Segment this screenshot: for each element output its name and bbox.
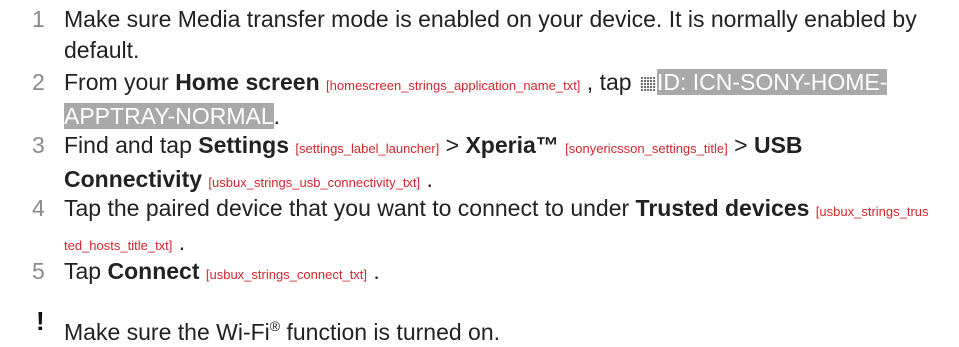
home-screen-label: Home screen xyxy=(175,69,320,95)
exclamation-icon: ! xyxy=(36,306,45,336)
connect-label: Connect xyxy=(107,258,200,284)
step-2-post: . xyxy=(273,103,280,129)
instruction-document: 1 Make sure Media transfer mode is enabl… xyxy=(0,0,959,347)
step-number: 1 xyxy=(32,6,45,32)
settings-label: Settings xyxy=(198,132,289,158)
xperia-label: Xperia™ xyxy=(465,132,559,158)
string-id-tag: [usbux_strings_usb_connectivity_txt] xyxy=(208,175,421,190)
step-number: 3 xyxy=(32,132,45,158)
step-5: 5 Tap Connect [usbux_strings_connect_txt… xyxy=(32,256,932,290)
step-text: Tap Connect [usbux_strings_connect_txt] … xyxy=(64,256,932,290)
step-5-post: . xyxy=(367,258,380,284)
string-id-tag: [homescreen_strings_application_name_txt… xyxy=(326,78,581,93)
step-number: 4 xyxy=(32,195,45,221)
step-2: 2 From your Home screen [homescreen_stri… xyxy=(32,67,932,132)
step-1-text: Make sure Media transfer mode is enabled… xyxy=(64,6,917,63)
step-2-mid: , tap xyxy=(580,69,638,95)
trusted-devices-label: Trusted devices xyxy=(635,195,810,221)
step-4: 4 Tap the paired device that you want to… xyxy=(32,193,932,261)
string-id-tag: [sonyericsson_settings_title] xyxy=(565,141,728,156)
step-1: 1 Make sure Media transfer mode is enabl… xyxy=(32,4,932,66)
app-tray-grid-icon xyxy=(640,77,655,91)
step-text: Tap the paired device that you want to c… xyxy=(64,193,932,261)
step-number: 2 xyxy=(32,69,45,95)
step-3-pre: Find and tap xyxy=(64,132,199,158)
string-id-tag: [settings_label_launcher] xyxy=(295,141,440,156)
breadcrumb-separator: > xyxy=(439,132,466,158)
step-3: 3 Find and tap Settings [settings_label_… xyxy=(32,130,932,198)
string-id-tag: [usbux_strings_connect_txt] xyxy=(205,267,368,282)
registered-mark: ® xyxy=(269,318,281,334)
note-text-pre: Make sure the Wi-Fi xyxy=(64,319,270,345)
note-text: Make sure the Wi-Fi® function is turned … xyxy=(64,318,500,346)
note-text-post: function is turned on. xyxy=(280,319,501,345)
step-text: Make sure Media transfer mode is enabled… xyxy=(64,4,932,66)
breadcrumb-separator: > xyxy=(727,132,754,158)
step-3-post: . xyxy=(420,166,433,192)
step-5-pre: Tap xyxy=(64,258,108,284)
step-4-pre: Tap the paired device that you want to c… xyxy=(64,195,636,221)
step-2-pre: From your xyxy=(64,69,176,95)
step-text: From your Home screen [homescreen_string… xyxy=(64,67,932,132)
step-4-post: . xyxy=(172,229,186,255)
step-text: Find and tap Settings [settings_label_la… xyxy=(64,130,932,198)
step-number: 5 xyxy=(32,258,45,284)
